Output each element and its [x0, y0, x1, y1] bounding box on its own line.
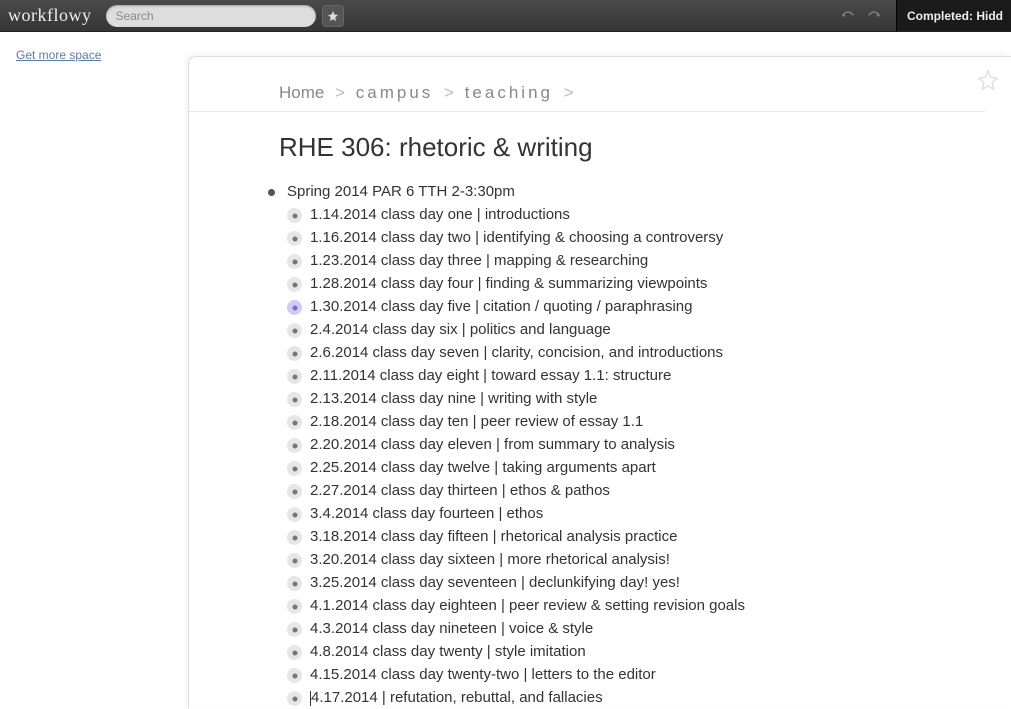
- completed-toggle[interactable]: Completed: Hidd: [896, 0, 1011, 31]
- node-text[interactable]: 4.17.2014 | refutation, rebuttal, and fa…: [310, 687, 603, 709]
- bullet-icon[interactable]: [287, 599, 302, 614]
- outline-node: 1.28.2014 class day four | finding & sum…: [287, 273, 1011, 295]
- bullet-icon[interactable]: [287, 208, 302, 223]
- outline-node-root: Spring 2014 PAR 6 TTH 2-3:30pm: [265, 181, 1011, 203]
- bullet-icon[interactable]: [287, 668, 302, 683]
- bullet-icon[interactable]: [287, 415, 302, 430]
- star-filter-button[interactable]: [322, 5, 344, 27]
- get-more-space-link[interactable]: Get more space: [16, 48, 101, 62]
- node-text[interactable]: 2.18.2014 class day ten | peer review of…: [310, 411, 643, 433]
- node-text[interactable]: 4.1.2014 class day eighteen | peer revie…: [310, 595, 745, 617]
- outline-node: 3.25.2014 class day seventeen | declunki…: [287, 572, 1011, 594]
- breadcrumb: Home > campus > teaching >: [189, 83, 985, 112]
- outline-node: 2.20.2014 class day eleven | from summar…: [287, 434, 1011, 456]
- star-page-icon[interactable]: [977, 69, 999, 97]
- bullet-icon[interactable]: [287, 254, 302, 269]
- bullet-icon[interactable]: [287, 461, 302, 476]
- outline-node: 2.4.2014 class day six | politics and la…: [287, 319, 1011, 341]
- outline-children: 1.14.2014 class day one | introductions1…: [265, 204, 1011, 709]
- bullet-icon[interactable]: [287, 484, 302, 499]
- node-text[interactable]: Spring 2014 PAR 6 TTH 2-3:30pm: [287, 181, 515, 203]
- bullet-icon[interactable]: [287, 277, 302, 292]
- outline-node: 4.3.2014 class day nineteen | voice & st…: [287, 618, 1011, 640]
- topbar: workflowy Completed: Hidd: [0, 0, 1011, 32]
- undo-redo-group: [840, 7, 882, 25]
- bullet-icon[interactable]: [268, 189, 275, 196]
- node-text[interactable]: 1.28.2014 class day four | finding & sum…: [310, 273, 707, 295]
- breadcrumb-sep: >: [564, 83, 574, 102]
- bullet-icon[interactable]: [287, 392, 302, 407]
- node-text[interactable]: 4.15.2014 class day twenty-two | letters…: [310, 664, 656, 686]
- outline-node: 4.8.2014 class day twenty | style imitat…: [287, 641, 1011, 663]
- redo-icon[interactable]: [866, 7, 882, 25]
- breadcrumb-teaching[interactable]: teaching: [465, 83, 553, 102]
- node-text[interactable]: 2.13.2014 class day nine | writing with …: [310, 388, 597, 410]
- search-wrap: [106, 5, 344, 27]
- bullet-icon[interactable]: [287, 645, 302, 660]
- bullet-icon[interactable]: [287, 507, 302, 522]
- node-text[interactable]: 2.25.2014 class day twelve | taking argu…: [310, 457, 656, 479]
- bullet-icon[interactable]: [287, 530, 302, 545]
- node-text[interactable]: 4.8.2014 class day twenty | style imitat…: [310, 641, 586, 663]
- node-text[interactable]: 2.6.2014 class day seven | clarity, conc…: [310, 342, 723, 364]
- outline-node: 2.18.2014 class day ten | peer review of…: [287, 411, 1011, 433]
- node-text[interactable]: 3.18.2014 class day fifteen | rhetorical…: [310, 526, 677, 548]
- node-text[interactable]: 3.4.2014 class day fourteen | ethos: [310, 503, 543, 525]
- outline-node: 2.6.2014 class day seven | clarity, conc…: [287, 342, 1011, 364]
- node-text[interactable]: 2.27.2014 class day thirteen | ethos & p…: [310, 480, 610, 502]
- topbar-right: Completed: Hidd: [840, 0, 1011, 31]
- undo-icon[interactable]: [840, 7, 856, 25]
- outline-node: 3.20.2014 class day sixteen | more rheto…: [287, 549, 1011, 571]
- bullet-icon[interactable]: [287, 369, 302, 384]
- search-input[interactable]: [106, 5, 316, 27]
- bullet-icon[interactable]: [287, 323, 302, 338]
- bullet-icon[interactable]: [287, 576, 302, 591]
- outline-node: 4.17.2014 | refutation, rebuttal, and fa…: [287, 687, 1011, 709]
- logo[interactable]: workflowy: [8, 5, 92, 26]
- node-text[interactable]: 1.16.2014 class day two | identifying & …: [310, 227, 723, 249]
- bullet-icon[interactable]: [287, 300, 302, 315]
- bullet-icon[interactable]: [287, 553, 302, 568]
- node-text[interactable]: 3.25.2014 class day seventeen | declunki…: [310, 572, 680, 594]
- outline-node: 1.16.2014 class day two | identifying & …: [287, 227, 1011, 249]
- outline-node: 2.13.2014 class day nine | writing with …: [287, 388, 1011, 410]
- breadcrumb-home[interactable]: Home: [279, 83, 324, 102]
- outline-node: 4.15.2014 class day twenty-two | letters…: [287, 664, 1011, 686]
- outline-node: 2.27.2014 class day thirteen | ethos & p…: [287, 480, 1011, 502]
- bullet-icon[interactable]: [287, 691, 302, 706]
- outline-node: 1.30.2014 class day five | citation / qu…: [287, 296, 1011, 318]
- outline-node: 1.23.2014 class day three | mapping & re…: [287, 250, 1011, 272]
- outline-node: 2.11.2014 class day eight | toward essay…: [287, 365, 1011, 387]
- bullet-icon[interactable]: [287, 231, 302, 246]
- outline-node: 3.18.2014 class day fifteen | rhetorical…: [287, 526, 1011, 548]
- node-text[interactable]: 1.30.2014 class day five | citation / qu…: [310, 296, 692, 318]
- breadcrumb-sep: >: [444, 83, 454, 102]
- page: Home > campus > teaching > RHE 306: rhet…: [188, 56, 1011, 708]
- left-column: Get more space: [16, 46, 101, 64]
- bullet-icon[interactable]: [287, 346, 302, 361]
- node-text[interactable]: 2.20.2014 class day eleven | from summar…: [310, 434, 675, 456]
- bullet-icon[interactable]: [287, 438, 302, 453]
- outline-node: 3.4.2014 class day fourteen | ethos: [287, 503, 1011, 525]
- bullet-icon[interactable]: [287, 622, 302, 637]
- node-text[interactable]: 1.14.2014 class day one | introductions: [310, 204, 570, 226]
- breadcrumb-campus[interactable]: campus: [356, 83, 434, 102]
- outline-node: 4.1.2014 class day eighteen | peer revie…: [287, 595, 1011, 617]
- node-text[interactable]: 3.20.2014 class day sixteen | more rheto…: [310, 549, 670, 571]
- node-text[interactable]: 1.23.2014 class day three | mapping & re…: [310, 250, 648, 272]
- outline-tree: Spring 2014 PAR 6 TTH 2-3:30pm 1.14.2014…: [189, 181, 1011, 709]
- node-text[interactable]: 2.4.2014 class day six | politics and la…: [310, 319, 611, 341]
- page-title[interactable]: RHE 306: rhetoric & writing: [189, 112, 1011, 181]
- outline-node: 2.25.2014 class day twelve | taking argu…: [287, 457, 1011, 479]
- breadcrumb-sep: >: [335, 83, 345, 102]
- node-text[interactable]: 4.3.2014 class day nineteen | voice & st…: [310, 618, 593, 640]
- node-text[interactable]: 2.11.2014 class day eight | toward essay…: [310, 365, 671, 387]
- outline-node: 1.14.2014 class day one | introductions: [287, 204, 1011, 226]
